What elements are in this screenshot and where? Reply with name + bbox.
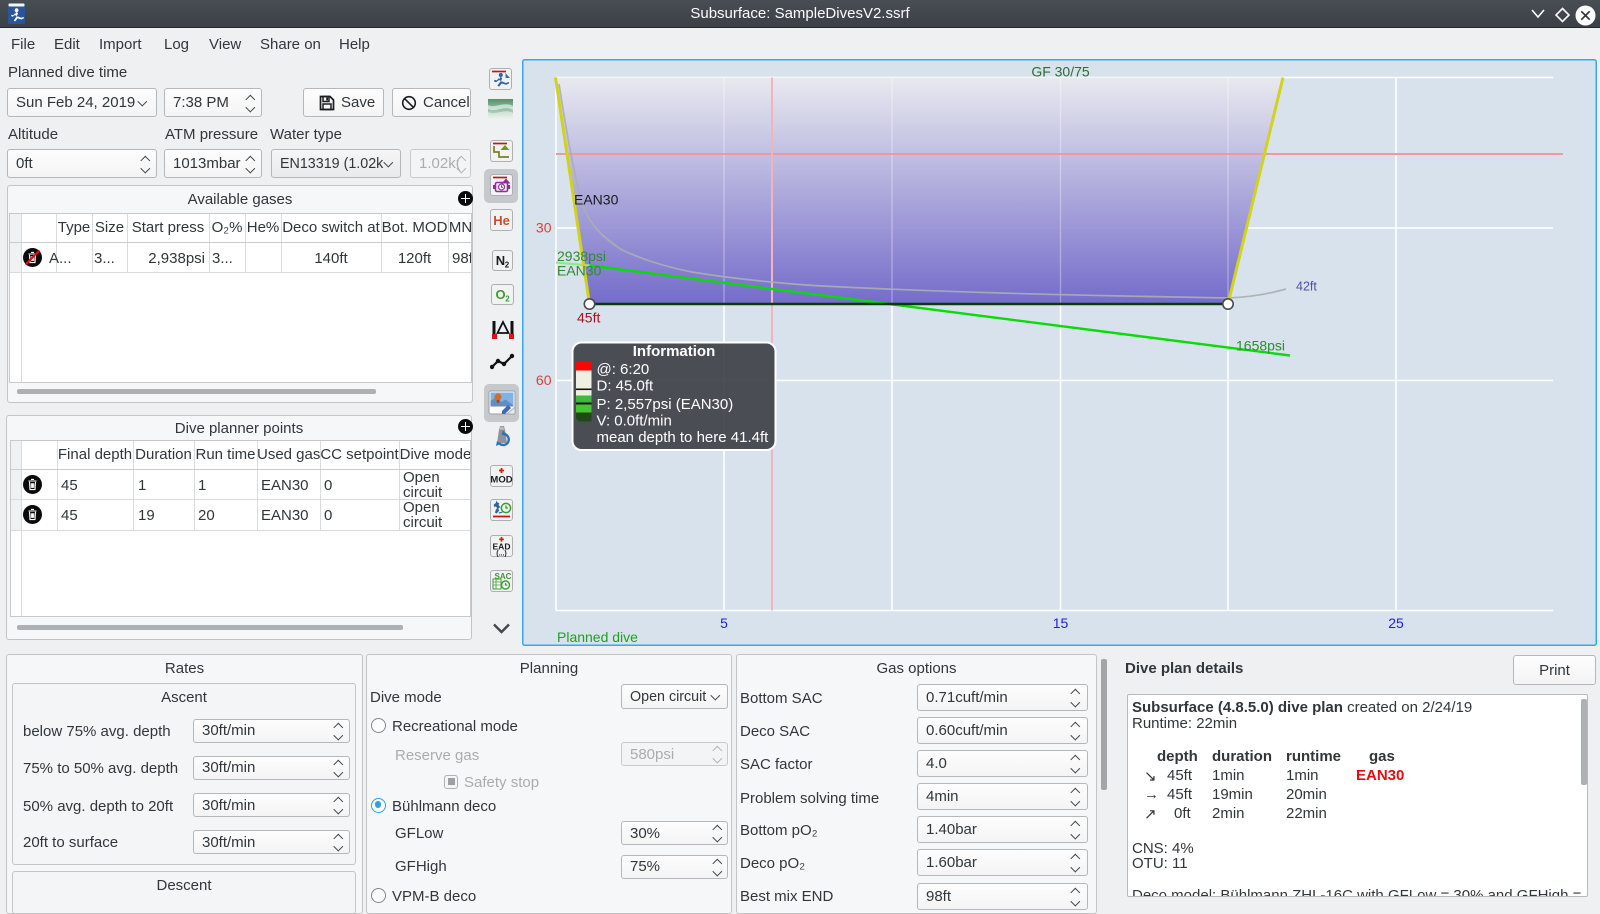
svg-text:30: 30 [536,220,552,236]
svg-text:5: 5 [720,615,728,631]
svg-text:25: 25 [1388,615,1404,631]
svg-text:He: He [493,213,510,228]
svg-text:MOD: MOD [490,474,512,485]
svg-text:Planned dive: Planned dive [557,629,638,645]
svg-text:GF 30/75: GF 30/75 [1031,64,1090,80]
svg-text:EAN30: EAN30 [574,192,619,208]
svg-text:(...): (...) [496,551,507,558]
svg-text:2: 2 [505,261,510,270]
svg-text:V: 0.0ft/min: V: 0.0ft/min [597,413,672,430]
svg-text:1658psi: 1658psi [1236,338,1285,354]
svg-text:Information: Information [633,343,716,360]
svg-text:42ft: 42ft [1296,280,1317,294]
svg-text:60: 60 [536,372,552,388]
svg-text:mean depth to here 41.4ft: mean depth to here 41.4ft [597,429,770,446]
svg-text:15: 15 [1053,615,1069,631]
svg-text:P: 2,557psi (EAN30): P: 2,557psi (EAN30) [597,396,734,413]
svg-text:45ft: 45ft [577,310,600,326]
svg-text:@: 6:20: @: 6:20 [597,361,650,378]
svg-text:EAN30: EAN30 [557,263,602,279]
svg-text:2: 2 [505,295,510,304]
svg-text:D: 45.0ft: D: 45.0ft [597,378,655,395]
svg-text:O: O [495,287,505,302]
